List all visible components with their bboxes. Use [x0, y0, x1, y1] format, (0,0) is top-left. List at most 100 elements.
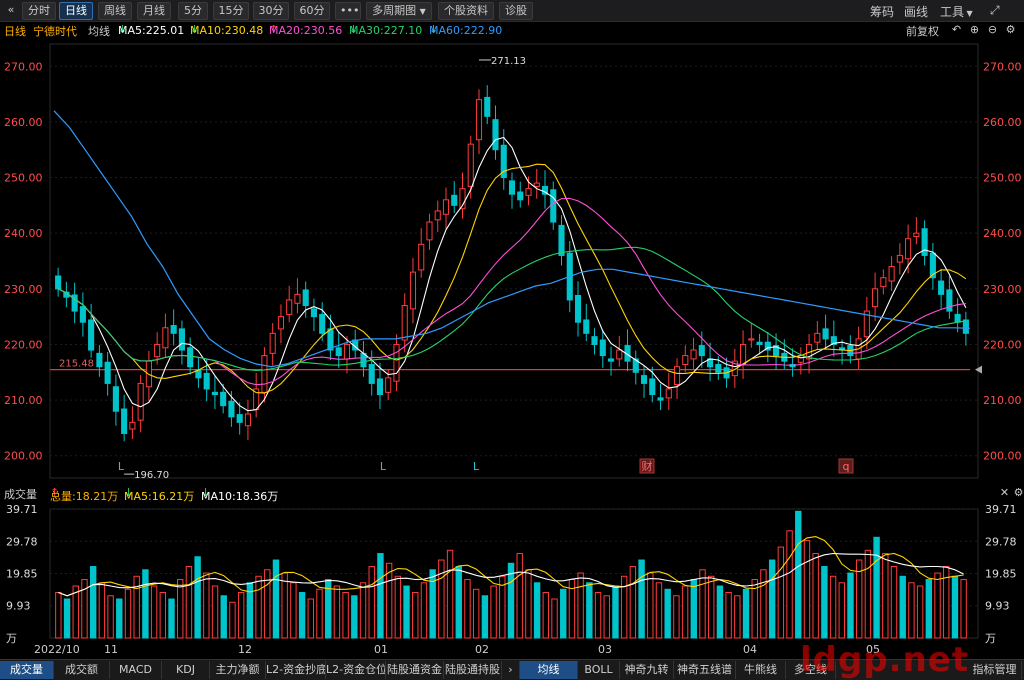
- y-tick-label-left: 250.00: [4, 172, 43, 185]
- indicator-tab[interactable]: ›: [502, 661, 520, 679]
- zoom-in-icon[interactable]: ⊕: [968, 23, 981, 36]
- volume-bar-up: [420, 582, 428, 639]
- candle-down: [112, 386, 119, 412]
- volume-ma5: MA5:16.21万 ↓: [124, 486, 195, 503]
- ma60-line: [53, 110, 971, 368]
- candle-down: [310, 308, 318, 318]
- period-tab-monthly[interactable]: 月线: [137, 2, 171, 20]
- volume-bar-down: [795, 510, 802, 639]
- event-marker[interactable]: 财: [642, 459, 653, 473]
- indicator-tab[interactable]: KDJ: [162, 661, 210, 679]
- volume-bar-up: [960, 579, 967, 639]
- settings-icon[interactable]: ⚙: [1004, 23, 1017, 36]
- volume-bar-up: [934, 572, 941, 639]
- volume-title[interactable]: 成交量: [4, 486, 37, 502]
- candle-up: [525, 188, 532, 196]
- volume-bar-up: [107, 595, 114, 639]
- period-tab-daily[interactable]: 日线: [59, 2, 93, 20]
- volume-bar-up: [203, 572, 210, 639]
- indicator-tab[interactable]: BOLL: [578, 661, 620, 679]
- multi-period-dropdown[interactable]: 多周期图 ▼: [366, 2, 432, 20]
- volume-bar-up: [229, 601, 236, 639]
- volume-bar-up: [916, 585, 924, 639]
- indicator-tab[interactable]: 指标管理: [968, 661, 1022, 679]
- volume-bar-up: [699, 569, 706, 639]
- ma-label[interactable]: 均线: [88, 23, 110, 39]
- low-label: 196.70: [134, 470, 169, 481]
- volume-bar-up: [681, 585, 689, 639]
- candle-down: [79, 306, 86, 323]
- volume-bar-up: [551, 598, 558, 639]
- event-marker[interactable]: L: [380, 460, 387, 473]
- y-tick-label-left: 210.00: [4, 394, 43, 407]
- adjust-dropdown[interactable]: 前复权: [906, 23, 939, 39]
- period-tab-15min[interactable]: 15分: [213, 2, 249, 20]
- date-tick-label: 11: [104, 643, 118, 656]
- indicator-tab[interactable]: L2-资金抄底: [266, 661, 326, 679]
- undo-icon[interactable]: ↶: [950, 23, 963, 36]
- candle-down: [574, 294, 582, 323]
- candle-down: [170, 325, 177, 334]
- volume-bar-up: [829, 575, 837, 639]
- y-tick-label-right: 210.00: [983, 394, 1022, 407]
- volume-bar-up: [177, 579, 184, 639]
- candle-up: [129, 421, 136, 430]
- period-tab-60min[interactable]: 60分: [294, 2, 330, 20]
- date-tick-label: 03: [598, 643, 612, 656]
- event-marker[interactable]: L: [118, 460, 125, 473]
- indicator-tab[interactable]: 神奇九转: [620, 661, 674, 679]
- close-icon[interactable]: ✕: [998, 486, 1011, 499]
- indicator-tab[interactable]: MACD: [110, 661, 162, 679]
- volume-bar-down: [63, 598, 71, 639]
- stock-info-button[interactable]: 个股资料: [438, 2, 494, 20]
- indicator-tab[interactable]: 陆股通持股: [444, 661, 502, 679]
- volume-bar-down: [586, 582, 593, 639]
- volume-bar-up: [359, 582, 367, 639]
- candle-up: [740, 343, 747, 365]
- settings-icon[interactable]: ⚙: [1012, 486, 1024, 499]
- indicator-tab[interactable]: 均线: [520, 661, 578, 679]
- fullscreen-icon[interactable]: ⤢: [990, 3, 1000, 18]
- volume-bar-up: [803, 540, 811, 639]
- period-tab-30min[interactable]: 30分: [253, 2, 289, 20]
- volume-bar-down: [403, 585, 410, 639]
- indicator-tab[interactable]: 成交量: [0, 661, 54, 679]
- chips-button[interactable]: 筹码: [870, 3, 894, 20]
- zoom-out-icon[interactable]: ⊖: [986, 23, 999, 36]
- indicator-tab[interactable]: 神奇五线谱: [674, 661, 736, 679]
- candle-up: [665, 388, 672, 399]
- price-chart[interactable]: 270.00 270.00 260.00 260.00 250.00 250.00 240.…: [0, 38, 1024, 484]
- indicator-tab[interactable]: 牛熊线: [736, 661, 786, 679]
- candle-down: [517, 191, 524, 201]
- date-tick-label: 04: [743, 643, 757, 656]
- indicator-tab[interactable]: 陆股通资金: [386, 661, 444, 679]
- more-periods-button[interactable]: •••: [335, 2, 361, 20]
- event-marker[interactable]: L: [473, 460, 480, 473]
- volume-bar-up: [777, 546, 785, 639]
- volume-bar-up: [786, 530, 793, 639]
- tools-dropdown[interactable]: 工具 ▼: [940, 3, 973, 20]
- indicator-tab[interactable]: L2-资金仓位: [326, 661, 386, 679]
- volume-bar-up: [908, 582, 915, 639]
- indicator-tab[interactable]: 成交额: [54, 661, 110, 679]
- candle-up: [797, 355, 804, 363]
- period-tab-weekly[interactable]: 周线: [98, 2, 132, 20]
- event-marker[interactable]: q: [843, 460, 850, 473]
- volume-bar-down: [664, 588, 671, 639]
- back-icon[interactable]: «: [2, 2, 20, 20]
- volume-total: 总量:18.21万 ↑: [50, 486, 119, 503]
- indicator-tab[interactable]: 主力净额: [210, 661, 266, 679]
- diagnose-button[interactable]: 诊股: [499, 2, 533, 20]
- candle-down: [607, 358, 615, 362]
- draw-line-button[interactable]: 画线: [904, 3, 928, 20]
- candle-up: [286, 299, 293, 315]
- candle-down: [715, 363, 722, 373]
- volume-chart[interactable]: 39.71 39.71 29.78 29.78 19.85 19.85 9.93 9.93 万 万…: [0, 501, 1024, 659]
- candle-down: [203, 372, 210, 390]
- period-tab-minute[interactable]: 分时: [22, 2, 56, 20]
- candle-down: [657, 397, 664, 401]
- candle-down: [508, 180, 516, 195]
- ma20-value: MA20:230.56 ↑: [269, 23, 343, 37]
- period-tab-5min[interactable]: 5分: [178, 2, 208, 20]
- volume-ma10: MA10:18.36万 ↓: [201, 486, 279, 503]
